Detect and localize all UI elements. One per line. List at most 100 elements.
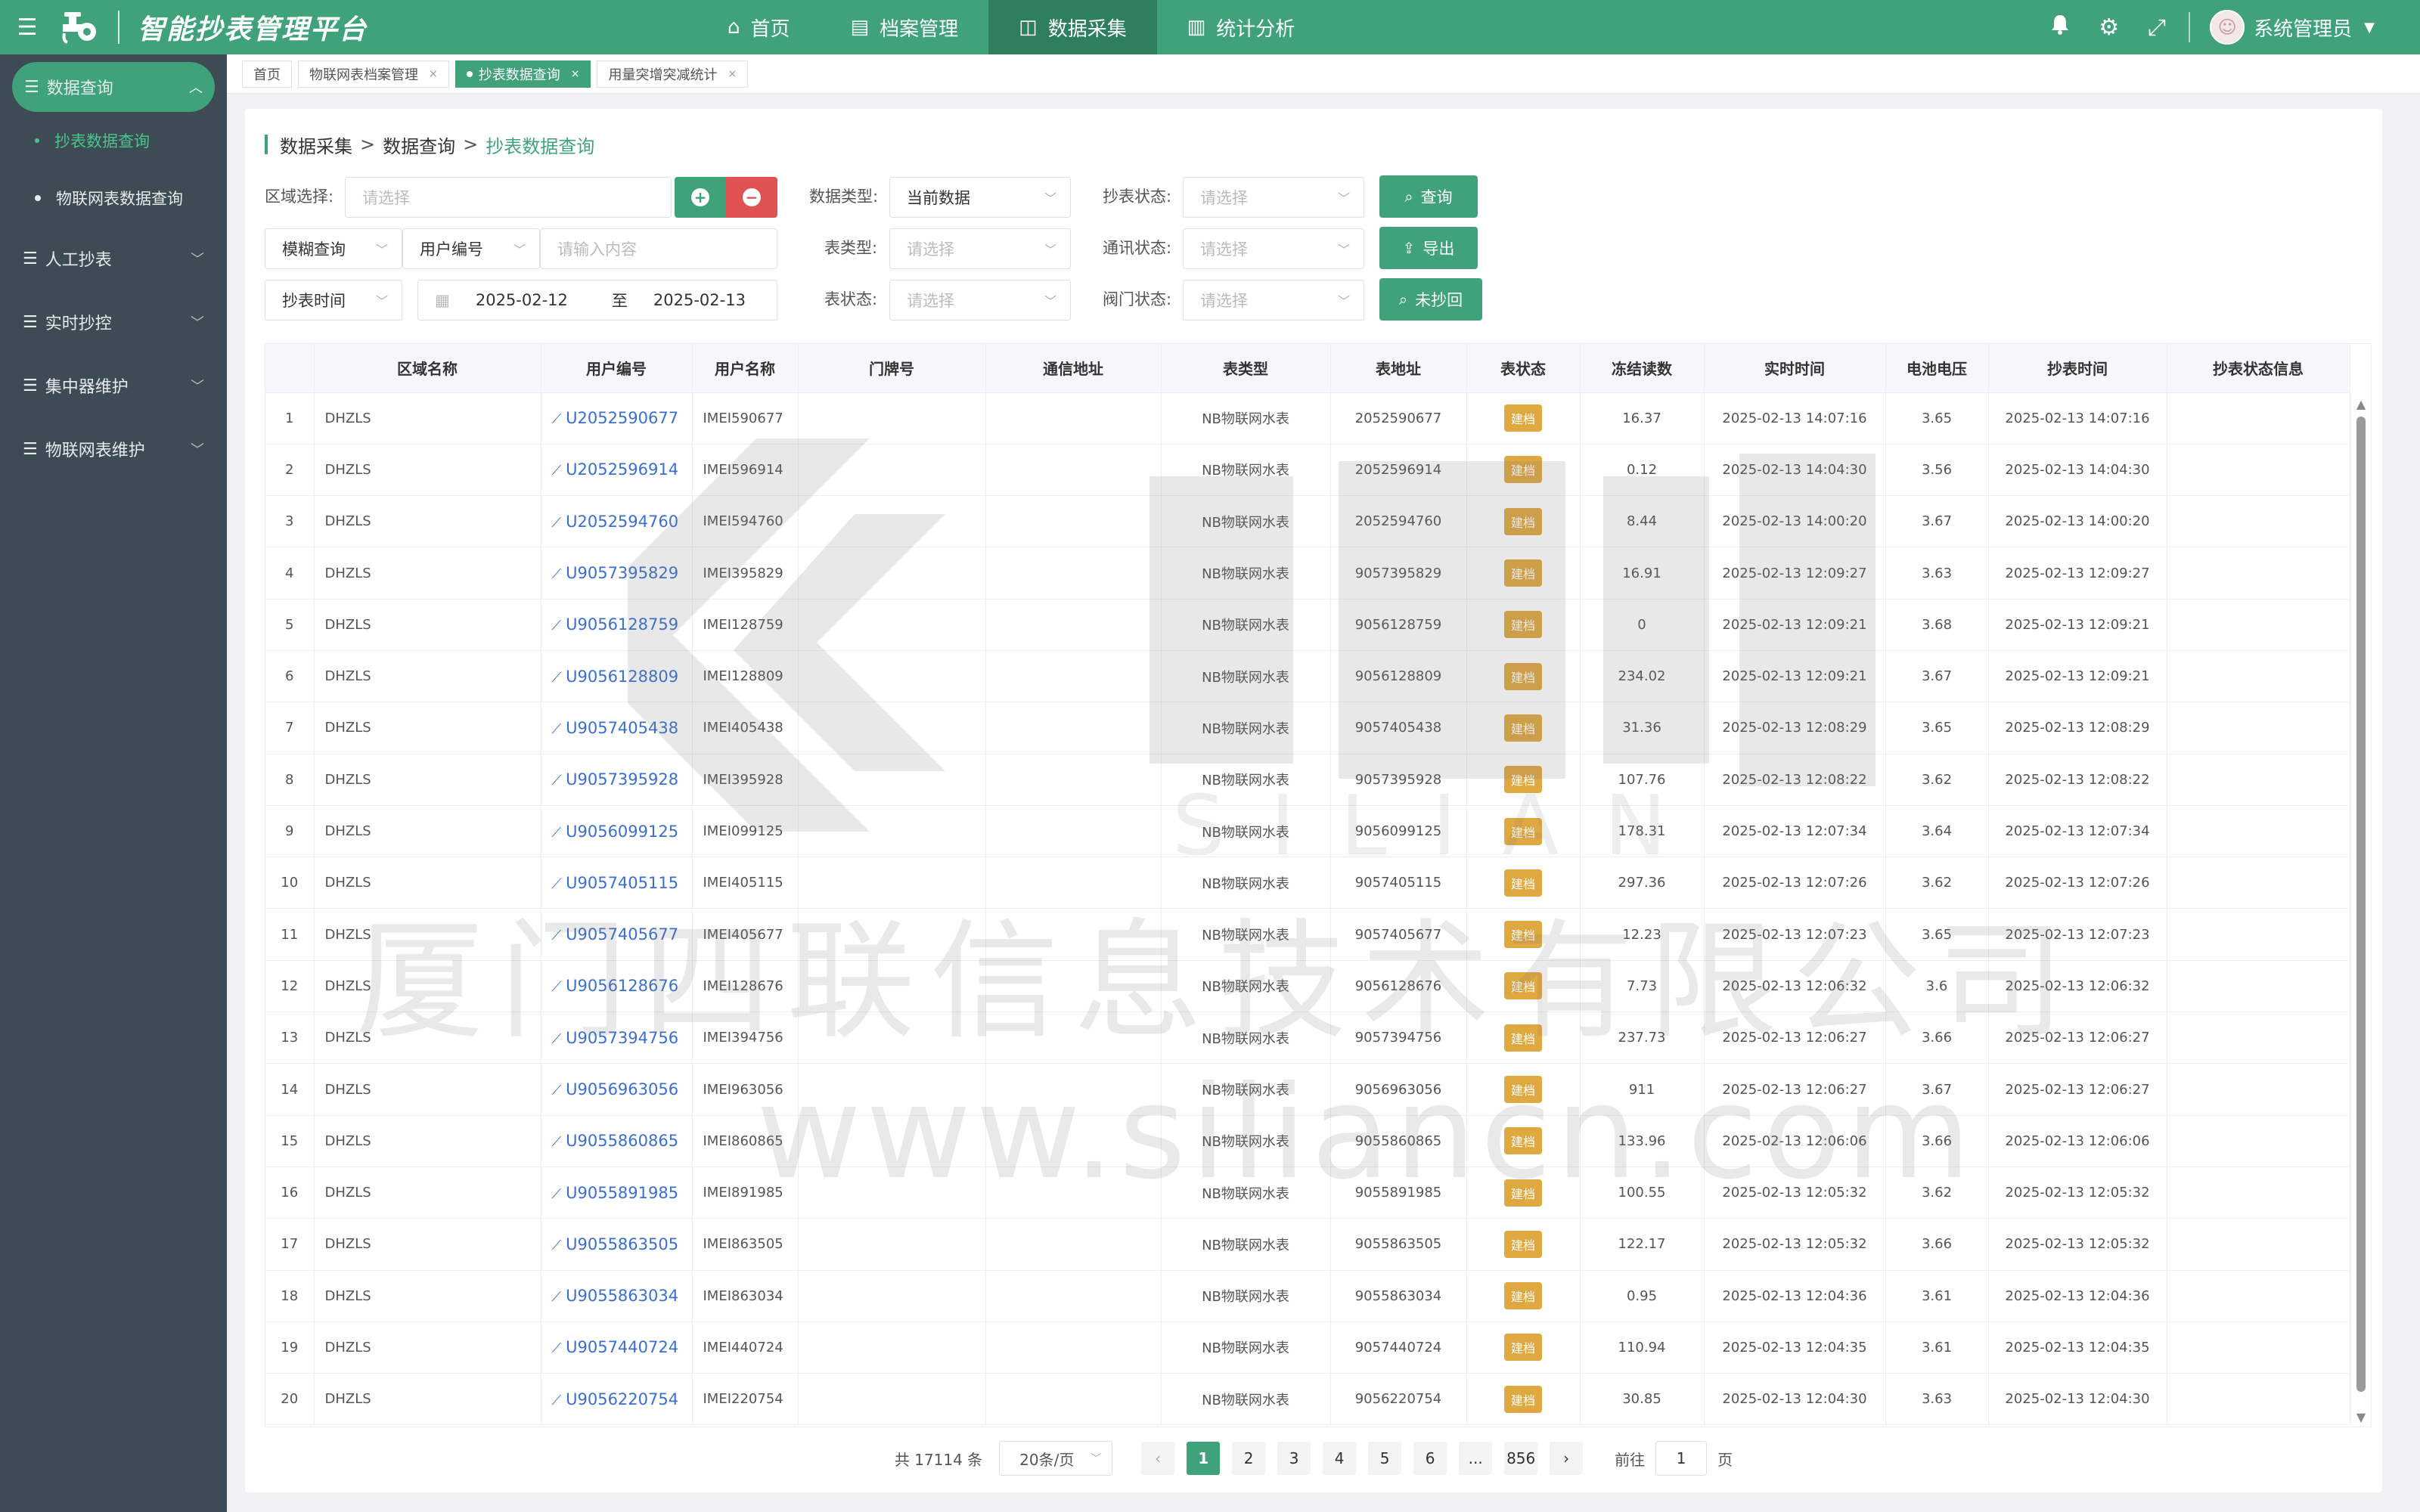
tab-home[interactable]: 首页	[242, 60, 292, 88]
data-type-select[interactable]: 当前数据 ﹀	[889, 177, 1071, 218]
user-no-link[interactable]: ⟋ U2052594760	[552, 513, 679, 531]
add-region-button[interactable]: +	[675, 177, 726, 218]
user-no-link[interactable]: ⟋ U9055863505	[552, 1235, 679, 1253]
table-row[interactable]: 14 DHZLS ⟋ U9056963056 IMEI963056 NB物联网水表 9056…	[265, 1063, 2350, 1116]
user-no-link[interactable]: ⟋ U9055860865	[552, 1132, 679, 1150]
table-row[interactable]: 3 DHZLS ⟋ U2052594760 IMEI594760 NB物联网水表 20525…	[265, 495, 2350, 548]
sidebar-group-manual-read[interactable]: ☰ 人工抄表 ﹀	[0, 227, 227, 290]
user-no-link[interactable]: ⟋ U9057440724	[552, 1338, 679, 1356]
fuzzy-keyword-input[interactable]: 请输入内容	[540, 228, 777, 269]
date-range-picker[interactable]: ▦ 2025-02-12 至 2025-02-13	[417, 280, 777, 321]
table-row[interactable]: 8 DHZLS ⟋ U9057395928 IMEI395928 NB物联网水表 90573…	[265, 754, 2350, 806]
comm-status-select[interactable]: 请选择 ﹀	[1183, 228, 1364, 269]
menu-toggle-icon[interactable]: ☰	[0, 0, 54, 54]
page-button[interactable]: 2	[1232, 1442, 1266, 1475]
tab-iot-archive[interactable]: 物联网表档案管理 ×	[298, 60, 449, 88]
close-icon[interactable]: ×	[728, 68, 737, 80]
table-row[interactable]: 13 DHZLS ⟋ U9057394756 IMEI394756 NB物联网水表 9057…	[265, 1012, 2350, 1064]
nav-archive[interactable]: ▤ 档案管理	[821, 0, 989, 54]
fullscreen-icon[interactable]: ⤢	[2148, 14, 2166, 41]
scroll-up-icon[interactable]: ▲	[2354, 397, 2368, 415]
more-pages-button[interactable]: ...	[1459, 1442, 1493, 1475]
region-input[interactable]: 请选择	[345, 177, 672, 218]
user-no-link[interactable]: ⟋ U9057394756	[552, 1029, 679, 1047]
sidebar-group-iot-meter[interactable]: ☰ 物联网表维护 ﹀	[0, 417, 227, 481]
nav-home[interactable]: ⌂ 首页	[697, 0, 821, 54]
page-button[interactable]: 5	[1368, 1442, 1402, 1475]
export-button[interactable]: ⇪ 导出	[1379, 227, 1478, 269]
user-no-link[interactable]: ⟋ U9056128759	[552, 615, 679, 634]
fuzzy-field-select[interactable]: 用户编号 ﹀	[402, 228, 540, 269]
sidebar-group-realtime-control[interactable]: ☰ 实时抄控 ﹀	[0, 290, 227, 354]
date-end[interactable]: 2025-02-13	[653, 291, 746, 309]
user-no-link[interactable]: ⟋ U9056099125	[552, 823, 679, 841]
table-row[interactable]: 6 DHZLS ⟋ U9056128809 IMEI128809 NB物联网水表 90561…	[265, 650, 2350, 703]
prev-page-button[interactable]: ‹	[1141, 1442, 1175, 1475]
user-no-link[interactable]: ⟋ U9057405115	[552, 874, 679, 892]
table-row[interactable]: 20 DHZLS ⟋ U9056220754 IMEI220754 NB物联网水表 9056…	[265, 1373, 2350, 1426]
chevron-down-icon[interactable]: ▼	[2364, 20, 2375, 36]
next-page-button[interactable]: ›	[1550, 1442, 1584, 1475]
table-row[interactable]: 15 DHZLS ⟋ U9055860865 IMEI860865 NB物联网水表 9055…	[265, 1115, 2350, 1167]
user-no-link[interactable]: ⟋ U9057395928	[552, 770, 679, 789]
fuzzy-mode-select[interactable]: 模糊查询 ﹀	[265, 228, 402, 269]
table-row[interactable]: 17 DHZLS ⟋ U9055863505 IMEI863505 NB物联网水表 9055…	[265, 1218, 2350, 1271]
table-row[interactable]: 9 DHZLS ⟋ U9056099125 IMEI099125 NB物联网水表 90560…	[265, 805, 2350, 858]
bell-icon[interactable]	[2050, 14, 2070, 41]
time-mode-select[interactable]: 抄表时间 ﹀	[265, 280, 402, 321]
date-start[interactable]: 2025-02-12	[476, 291, 568, 309]
table-row[interactable]: 18 DHZLS ⟋ U9055863034 IMEI863034 NB物联网水表 9055…	[265, 1270, 2350, 1322]
user-no-link[interactable]: ⟋ U9056128809	[552, 668, 679, 686]
page-size-select[interactable]: 20条/页 ﹀	[999, 1441, 1113, 1476]
avatar[interactable]: ☺	[2210, 10, 2245, 45]
table-scrollbar[interactable]: ▲ ▼	[2354, 397, 2368, 1427]
user-no-link[interactable]: ⟋ U2052596914	[552, 460, 679, 479]
table-row[interactable]: 16 DHZLS ⟋ U9055891985 IMEI891985 NB物联网水表 9055…	[265, 1167, 2350, 1219]
user-no-link[interactable]: ⟋ U9057405677	[552, 925, 679, 943]
gear-icon[interactable]: ⚙	[2099, 14, 2119, 41]
sidebar-group-data-query[interactable]: ☰ 数据查询 ︿	[12, 62, 215, 112]
close-icon[interactable]: ×	[429, 68, 438, 80]
breadcrumb-level1[interactable]: 数据采集	[280, 132, 352, 158]
sidebar-item-iot-data-query[interactable]: 物联网表数据查询	[0, 169, 227, 227]
unread-button[interactable]: ⌕ 未抄回	[1379, 278, 1482, 321]
page-button[interactable]: 856	[1504, 1442, 1538, 1475]
table-row[interactable]: 5 DHZLS ⟋ U9056128759 IMEI128759 NB物联网水表 90561…	[265, 599, 2350, 651]
table-row[interactable]: 19 DHZLS ⟋ U9057440724 IMEI440724 NB物联网水表 9057…	[265, 1321, 2350, 1374]
user-no-link[interactable]: ⟋ U9056963056	[552, 1080, 679, 1098]
query-button[interactable]: ⌕ 查询	[1379, 175, 1478, 218]
nav-data-collect[interactable]: ◫ 数据采集	[988, 0, 1157, 54]
table-row[interactable]: 12 DHZLS ⟋ U9056128676 IMEI128676 NB物联网水表 9056…	[265, 960, 2350, 1013]
table-row[interactable]: 7 DHZLS ⟋ U9057405438 IMEI405438 NB物联网水表 90574…	[265, 702, 2350, 754]
page-button[interactable]: 3	[1277, 1442, 1311, 1475]
table-row[interactable]: 2 DHZLS ⟋ U2052596914 IMEI596914 NB物联网水表 20525…	[265, 444, 2350, 497]
tab-usage-change-stats[interactable]: 用量突增突减统计 ×	[597, 60, 749, 88]
goto-page-input[interactable]: 1	[1655, 1441, 1708, 1476]
username[interactable]: 系统管理员	[2254, 14, 2352, 42]
table-row[interactable]: 4 DHZLS ⟋ U9057395829 IMEI395829 NB物联网水表 90573…	[265, 547, 2350, 600]
breadcrumb-level2[interactable]: 数据查询	[383, 132, 455, 158]
page-button[interactable]: 1	[1187, 1442, 1221, 1475]
meter-status-select[interactable]: 请选择 ﹀	[889, 280, 1071, 321]
table-row[interactable]: 1 DHZLS ⟋ U2052590677 IMEI590677 NB物联网水表 20525…	[265, 392, 2350, 445]
page-button[interactable]: 4	[1323, 1442, 1357, 1475]
tab-read-data-query[interactable]: 抄表数据查询 ×	[455, 60, 591, 88]
meter-type-select[interactable]: 请选择 ﹀	[889, 228, 1071, 269]
user-no-link[interactable]: ⟋ U9056220754	[552, 1390, 679, 1408]
table-row[interactable]: 10 DHZLS ⟋ U9057405115 IMEI405115 NB物联网水表 9057…	[265, 857, 2350, 909]
scroll-thumb[interactable]	[2356, 417, 2366, 1392]
user-no-link[interactable]: ⟋ U2052590677	[552, 409, 679, 427]
valve-status-select[interactable]: 请选择 ﹀	[1183, 280, 1364, 321]
user-no-link[interactable]: ⟋ U9055863034	[552, 1287, 679, 1305]
table-row[interactable]: 11 DHZLS ⟋ U9057405677 IMEI405677 NB物联网水表 9057…	[265, 908, 2350, 961]
close-icon[interactable]: ×	[571, 68, 580, 80]
page-button[interactable]: 6	[1413, 1442, 1447, 1475]
read-status-select[interactable]: 请选择 ﹀	[1183, 177, 1364, 218]
scroll-down-icon[interactable]: ▼	[2354, 1410, 2368, 1427]
sidebar-item-read-data-query[interactable]: 抄表数据查询	[0, 112, 227, 169]
user-no-link[interactable]: ⟋ U9055891985	[552, 1184, 679, 1202]
user-no-link[interactable]: ⟋ U9057395829	[552, 564, 679, 582]
user-no-link[interactable]: ⟋ U9056128676	[552, 977, 679, 995]
user-no-link[interactable]: ⟋ U9057405438	[552, 719, 679, 737]
remove-region-button[interactable]: −	[726, 177, 777, 218]
